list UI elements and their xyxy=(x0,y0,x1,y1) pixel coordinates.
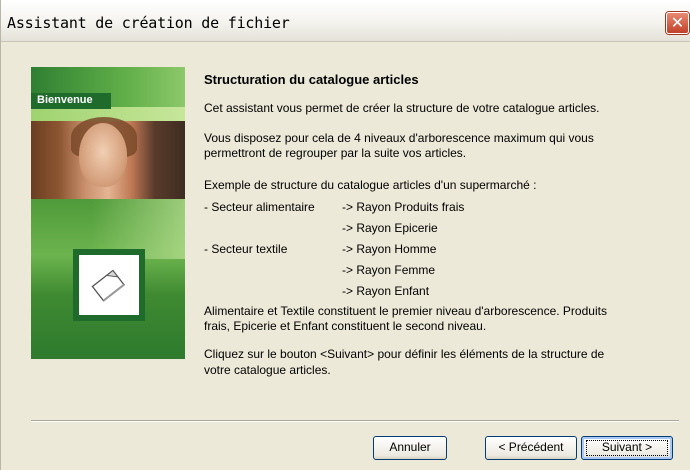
welcome-badge-label: Bienvenue xyxy=(37,94,93,106)
levels-explanation-line2: frais, Epicerie et Enfant constituent le… xyxy=(204,319,487,333)
page-heading: Structuration du catalogue articles xyxy=(204,72,419,87)
next-instructions-line1: Cliquez sur le bouton <Suivant> pour déf… xyxy=(204,347,605,361)
levels-text-line2: permettront de regrouper par la suite vo… xyxy=(204,146,467,160)
example-department: -> Rayon Produits frais xyxy=(342,200,465,214)
previous-button-label: < Précédent xyxy=(498,440,564,454)
example-title: Exemple de structure du catalogue articl… xyxy=(204,178,537,192)
button-separator xyxy=(31,420,679,422)
cancel-button[interactable]: Annuler xyxy=(373,436,447,460)
cancel-button-label: Annuler xyxy=(389,440,431,454)
levels-explanation-line1: Alimentaire et Textile constituent le pr… xyxy=(204,304,607,318)
close-icon: ✕ xyxy=(670,13,685,32)
document-icon-frame xyxy=(73,249,145,321)
next-instructions-line2: votre catalogue articles. xyxy=(204,363,331,377)
welcome-badge: Bienvenue xyxy=(31,93,111,109)
wizard-side-image: Bienvenue xyxy=(31,67,185,359)
levels-text-line1: Vous disposez pour cela de 4 niveaux d'a… xyxy=(204,131,594,145)
intro-text: Cet assistant vous permet de créer la st… xyxy=(204,101,600,115)
example-department: -> Rayon Femme xyxy=(342,263,436,277)
example-department: -> Rayon Epicerie xyxy=(342,221,438,235)
next-button-label: Suivant > xyxy=(601,440,653,454)
document-icon xyxy=(91,269,125,302)
example-sector: - Secteur textile xyxy=(204,242,288,256)
example-department: -> Rayon Enfant xyxy=(342,284,430,298)
window-title: Assistant de création de fichier xyxy=(7,14,290,32)
example-department: -> Rayon Homme xyxy=(342,242,437,256)
example-sector: - Secteur alimentaire xyxy=(204,200,315,214)
previous-button[interactable]: < Précédent xyxy=(485,436,577,460)
next-button[interactable]: Suivant > xyxy=(581,436,673,460)
wizard-window: Assistant de création de fichier ✕ Bienv… xyxy=(0,0,690,470)
title-bar: Assistant de création de fichier ✕ xyxy=(1,0,690,42)
close-button[interactable]: ✕ xyxy=(666,12,689,34)
